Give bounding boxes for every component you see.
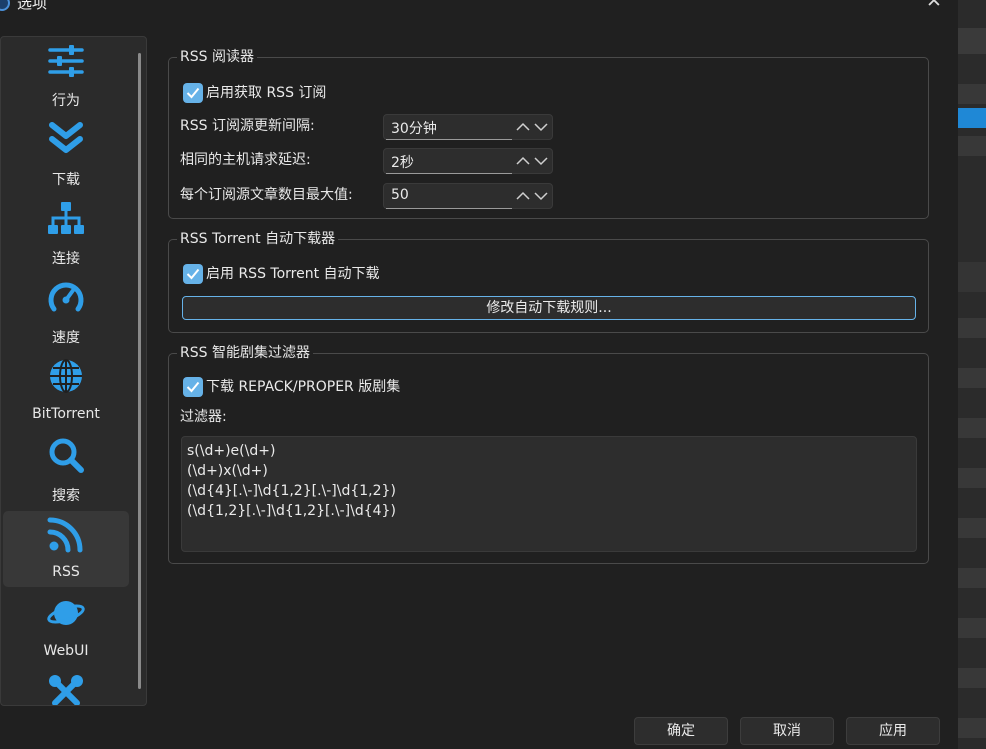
sidebar-item-label: 下载 <box>52 172 80 188</box>
sidebar-item-connection[interactable]: 连接 <box>3 195 129 271</box>
smart-episode-filter-group: RSS 智能剧集过滤器 下载 REPACK/PROPER 版剧集 过滤器: s(… <box>168 344 929 564</box>
chevron-up-icon[interactable] <box>516 191 530 201</box>
chevron-up-icon[interactable] <box>516 122 530 132</box>
network-icon <box>48 202 84 234</box>
checkmark-icon <box>186 381 200 393</box>
rss-reader-group: RSS 阅读器 启用获取 RSS 订阅 RSS 订阅源更新间隔: 30分钟 相同… <box>168 48 929 219</box>
group-title: RSS 智能剧集过滤器 <box>177 344 313 362</box>
sidebar-item-advanced[interactable] <box>3 669 129 705</box>
sidebar-item-label: 连接 <box>52 251 80 267</box>
sidebar-item-label: 速度 <box>52 330 80 346</box>
sidebar-item-bittorrent[interactable]: BitTorrent <box>3 353 129 429</box>
filter-line: (\d+)x(\d+) <box>187 463 268 479</box>
sidebar-item-search[interactable]: 搜索 <box>3 432 129 508</box>
auto-downloader-group: RSS Torrent 自动下载器 启用 RSS Torrent 自动下载 修改… <box>168 230 929 333</box>
chevron-down-icon[interactable] <box>534 191 548 201</box>
title-bar: 选项 ✕ <box>0 0 958 24</box>
download-repack-checkbox[interactable] <box>183 377 203 397</box>
enable-auto-download-checkbox[interactable] <box>183 264 203 284</box>
checkmark-icon <box>186 87 200 99</box>
sidebar-scrollbar[interactable] <box>138 53 141 689</box>
chevron-down-icon[interactable] <box>534 156 548 166</box>
rss-icon <box>47 517 83 553</box>
options-sidebar: 行为 下载 连接 速度 BitTorrent 搜索 RSS WebUI <box>0 36 147 706</box>
sidebar-item-label: RSS <box>52 564 80 580</box>
enable-auto-download-label: 启用 RSS Torrent 自动下载 <box>206 266 380 282</box>
download-repack-label: 下载 REPACK/PROPER 版剧集 <box>206 379 401 395</box>
speedometer-icon <box>48 282 84 312</box>
planet-icon <box>47 601 85 625</box>
sidebar-item-label: 行为 <box>52 93 80 109</box>
double-chevron-down-icon <box>49 122 83 153</box>
refresh-interval-label: RSS 订阅源更新间隔: <box>180 118 315 134</box>
chevron-down-icon[interactable] <box>534 122 548 132</box>
spinbox-value: 50 <box>391 187 409 203</box>
edit-download-rules-button[interactable]: 修改自动下载规则... <box>182 296 916 320</box>
globe-icon <box>50 359 82 393</box>
sidebar-item-downloads[interactable]: 下载 <box>3 116 129 192</box>
rss-settings-panel: RSS 阅读器 启用获取 RSS 订阅 RSS 订阅源更新间隔: 30分钟 相同… <box>155 36 945 706</box>
cancel-button[interactable]: 取消 <box>740 717 834 745</box>
enable-rss-checkbox[interactable] <box>183 83 203 103</box>
spinbox-value: 2秒 <box>391 155 414 171</box>
filter-line: (\d{4}[.\-]\d{1,2}[.\-]\d{1,2}) <box>187 483 396 499</box>
app-logo-icon <box>0 0 10 11</box>
refresh-interval-spinbox[interactable]: 30分钟 <box>383 114 553 140</box>
apply-button[interactable]: 应用 <box>846 717 940 745</box>
request-delay-label: 相同的主机请求延迟: <box>180 152 311 168</box>
max-articles-label: 每个订阅源文章数目最大值: <box>180 187 353 203</box>
filters-label: 过滤器: <box>180 409 227 425</box>
checkmark-icon <box>186 268 200 280</box>
sidebar-item-label: 搜索 <box>52 488 80 504</box>
chevron-up-icon[interactable] <box>516 156 530 166</box>
sidebar-item-label: WebUI <box>43 643 89 659</box>
background-window-strip <box>958 0 986 749</box>
enable-rss-label: 启用获取 RSS 订阅 <box>206 85 327 101</box>
sidebar-item-label: BitTorrent <box>32 406 100 422</box>
search-icon <box>49 438 84 473</box>
spinbox-value: 30分钟 <box>391 121 437 137</box>
sliders-icon <box>48 45 84 77</box>
filter-line: (\d{1,2}[.\-]\d{1,2}[.\-]\d{4}) <box>187 503 396 519</box>
request-delay-spinbox[interactable]: 2秒 <box>383 148 553 174</box>
filter-line: s(\d+)e(\d+) <box>187 443 276 459</box>
max-articles-spinbox[interactable]: 50 <box>383 183 553 209</box>
sidebar-item-rss[interactable]: RSS <box>3 511 129 587</box>
sidebar-item-speed[interactable]: 速度 <box>3 274 129 350</box>
sidebar-item-webui[interactable]: WebUI <box>3 590 129 666</box>
filters-textarea[interactable]: s(\d+)e(\d+) (\d+)x(\d+) (\d{4}[.\-]\d{1… <box>181 436 917 552</box>
close-button[interactable]: ✕ <box>926 0 942 11</box>
group-title: RSS 阅读器 <box>177 48 257 66</box>
ok-button[interactable]: 确定 <box>634 717 728 745</box>
group-title: RSS Torrent 自动下载器 <box>177 230 339 248</box>
window-title: 选项 <box>17 0 48 12</box>
tools-icon <box>49 675 83 705</box>
sidebar-item-behavior[interactable]: 行为 <box>3 37 129 113</box>
